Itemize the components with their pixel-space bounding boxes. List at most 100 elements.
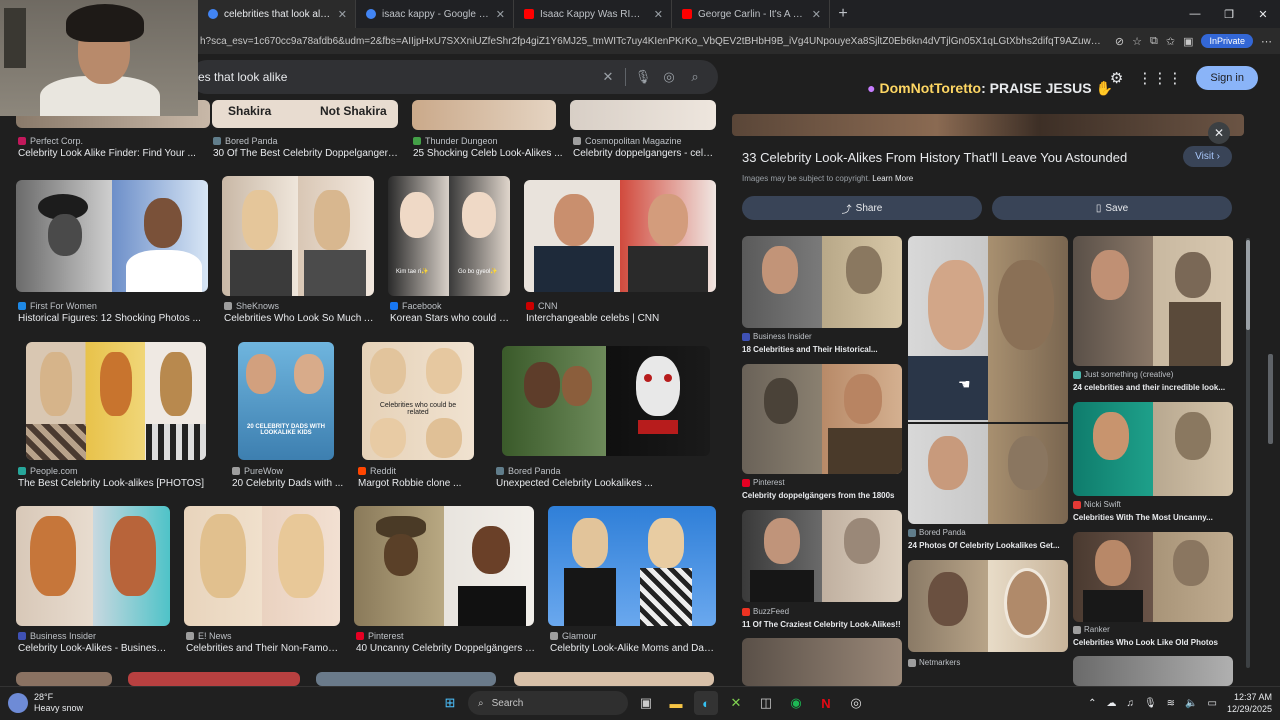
- result-source[interactable]: People.com: [18, 466, 78, 476]
- related-source[interactable]: Ranker: [1073, 625, 1110, 634]
- result-source[interactable]: Pinterest: [356, 631, 404, 641]
- result-image[interactable]: [412, 100, 556, 130]
- result-source[interactable]: E! News: [186, 631, 232, 641]
- start-windows-icon[interactable]: ⊞: [438, 691, 462, 715]
- result-caption[interactable]: Interchangeable celebs | CNN: [526, 313, 716, 324]
- search-icon[interactable]: ⌕: [682, 69, 708, 85]
- minimize-button[interactable]: —: [1178, 0, 1212, 28]
- maximize-button[interactable]: ❐: [1212, 0, 1246, 28]
- result-caption[interactable]: 25 Shocking Celeb Look-Alikes ...: [413, 148, 563, 159]
- close-window-button[interactable]: ✕: [1246, 0, 1280, 28]
- related-source[interactable]: Just something (creative): [1073, 370, 1173, 379]
- result-image[interactable]: [524, 180, 716, 292]
- search-box[interactable]: es that look alike ✕ 🎙 ◎ ⌕: [190, 60, 718, 94]
- result-source[interactable]: Glamour: [550, 631, 597, 641]
- related-source[interactable]: Pinterest: [742, 478, 785, 487]
- related-source[interactable]: Business Insider: [742, 332, 812, 341]
- onedrive-icon[interactable]: ☁: [1106, 698, 1116, 709]
- lens-icon[interactable]: ◎: [656, 69, 682, 85]
- visit-button[interactable]: Visit ›: [1183, 146, 1232, 167]
- related-caption[interactable]: Celebrities With The Most Uncanny...: [1073, 513, 1233, 522]
- result-image[interactable]: [354, 506, 534, 626]
- save-button[interactable]: ▯ Save: [992, 196, 1232, 220]
- related-image[interactable]: [908, 236, 1068, 524]
- result-image[interactable]: [184, 506, 340, 626]
- result-source[interactable]: Bored Panda: [496, 466, 561, 476]
- related-image[interactable]: [742, 364, 902, 474]
- scrollbar-thumb[interactable]: [1246, 240, 1250, 330]
- store-icon[interactable]: ◫: [754, 691, 778, 715]
- close-icon[interactable]: ✕: [338, 8, 347, 21]
- edge-browser-icon[interactable]: ◐: [694, 691, 718, 715]
- result-image[interactable]: Shakira Not Shakira: [212, 100, 398, 128]
- result-source[interactable]: First For Women: [18, 301, 97, 311]
- search-input[interactable]: es that look alike: [198, 70, 595, 84]
- xbox-icon[interactable]: ✕: [724, 691, 748, 715]
- taskbar-search[interactable]: ⌕ Search: [468, 691, 628, 715]
- related-source[interactable]: Nicki Swift: [1073, 500, 1121, 509]
- tab-youtube-carlin[interactable]: George Carlin - It's A BIG Club & Y ✕: [672, 0, 830, 28]
- result-image[interactable]: [128, 672, 300, 686]
- result-image[interactable]: Kim tae ri✨ Go bo gyeol✨: [388, 176, 510, 296]
- new-tab-button[interactable]: +: [830, 5, 856, 23]
- collections-icon[interactable]: ▣: [1183, 35, 1193, 48]
- result-source[interactable]: SheKnows: [224, 301, 279, 311]
- result-image[interactable]: [26, 342, 206, 460]
- result-caption[interactable]: The Best Celebrity Look-alikes [PHOTOS]: [18, 478, 218, 489]
- result-caption[interactable]: 40 Uncanny Celebrity Doppelgängers Fr...: [356, 643, 536, 654]
- obs-icon[interactable]: ◎: [844, 691, 868, 715]
- result-caption[interactable]: Celebrities Who Look So Much A...: [224, 313, 374, 324]
- related-image[interactable]: [908, 560, 1068, 652]
- result-image[interactable]: [514, 672, 714, 686]
- related-image[interactable]: [742, 236, 902, 328]
- close-icon[interactable]: ✕: [812, 8, 821, 21]
- inprivate-badge[interactable]: InPrivate: [1201, 34, 1253, 48]
- related-caption[interactable]: 24 celebrities and their incredible look…: [1073, 383, 1233, 392]
- volume-icon[interactable]: 🔈: [1185, 698, 1197, 709]
- related-image[interactable]: [742, 510, 902, 602]
- result-caption[interactable]: Historical Figures: 12 Shocking Photos .…: [18, 313, 208, 324]
- result-caption[interactable]: Celebrity Look Alike Finder: Find Your .…: [18, 148, 208, 159]
- related-image[interactable]: [742, 638, 902, 686]
- result-caption[interactable]: Celebrity doppelgangers - celeb...: [573, 148, 718, 159]
- clear-icon[interactable]: ✕: [595, 69, 621, 85]
- result-source[interactable]: Bored Panda: [213, 136, 278, 146]
- related-caption[interactable]: Celebrities Who Look Like Old Photos: [1073, 638, 1233, 647]
- related-caption[interactable]: 24 Photos Of Celebrity Lookalikes Get...: [908, 541, 1070, 550]
- tab-isaac-kappy[interactable]: isaac kappy - Google Search ✕: [356, 0, 514, 28]
- result-caption[interactable]: 20 Celebrity Dads with ...: [232, 478, 352, 489]
- panel-scrollbar[interactable]: [1246, 238, 1250, 668]
- related-image[interactable]: [1073, 656, 1233, 686]
- result-image[interactable]: [316, 672, 496, 686]
- result-image[interactable]: 20 CELEBRITY DADS WITH LOOKALIKE KIDS: [238, 342, 334, 460]
- wifi-icon[interactable]: ≋: [1167, 698, 1175, 709]
- result-caption[interactable]: Unexpected Celebrity Lookalikes ...: [496, 478, 696, 489]
- result-image[interactable]: [16, 180, 208, 292]
- microphone-icon[interactable]: 🎙: [1144, 698, 1157, 709]
- result-caption[interactable]: 30 Of The Best Celebrity Doppelgangers .…: [213, 148, 399, 159]
- clock[interactable]: 12:37 AM 12/29/2025: [1227, 691, 1272, 715]
- more-menu-icon[interactable]: ⋯: [1261, 35, 1272, 48]
- learn-more-link[interactable]: Learn More: [872, 174, 913, 183]
- preview-image[interactable]: [732, 114, 1244, 136]
- microphone-icon[interactable]: 🎙: [630, 69, 656, 85]
- result-caption[interactable]: Margot Robbie clone ...: [358, 478, 488, 489]
- result-image[interactable]: [222, 176, 374, 296]
- result-caption[interactable]: Korean Stars who could b...: [390, 313, 512, 324]
- task-view-icon[interactable]: ▣: [634, 691, 658, 715]
- result-source[interactable]: CNN: [526, 301, 558, 311]
- result-source[interactable]: Reddit: [358, 466, 396, 476]
- related-source[interactable]: Netmarkers: [908, 658, 960, 667]
- weather-widget[interactable]: 28°F Heavy snow: [8, 692, 83, 714]
- result-image[interactable]: [16, 672, 112, 686]
- related-source[interactable]: Bored Panda: [908, 528, 966, 537]
- close-icon[interactable]: ✕: [654, 8, 663, 21]
- result-image[interactable]: [570, 100, 716, 130]
- related-caption[interactable]: 11 Of The Craziest Celebrity Look-Alikes…: [742, 620, 904, 629]
- result-image[interactable]: [502, 346, 710, 456]
- related-caption[interactable]: 18 Celebrities and Their Historical...: [742, 345, 902, 354]
- related-caption[interactable]: Celebrity doppelgängers from the 1800s: [742, 491, 904, 500]
- share-button[interactable]: ⤴ Share: [742, 196, 982, 220]
- result-image[interactable]: [16, 506, 170, 626]
- chevron-up-icon[interactable]: ⌃: [1088, 698, 1096, 709]
